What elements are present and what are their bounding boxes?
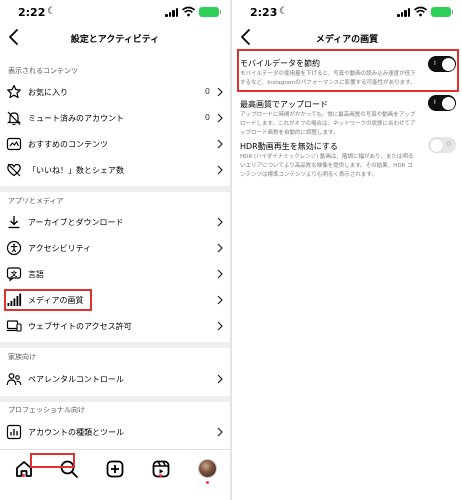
- chevron-right-icon: [217, 113, 223, 123]
- toggle-off-mark: O: [446, 141, 451, 148]
- setting-title: 最高画質でアップロード: [240, 100, 328, 109]
- chevron-right-icon: [217, 374, 223, 384]
- setting-title: HDR動画再生を無効にする: [240, 142, 338, 151]
- settings-item-label: アーカイブとダウンロード: [28, 218, 124, 227]
- section-header-professional: プロフェッショナル向け: [8, 406, 85, 414]
- profile-avatar[interactable]: [198, 459, 217, 478]
- media-quality-screen: 2:23 ☾ メディアの画質 モバイルデータを節約 モバイルデータの使用量を下げ…: [232, 0, 462, 500]
- settings-item-website-permissions[interactable]: ウェブサイトのアクセス許可: [0, 313, 230, 339]
- section-separator: [0, 342, 230, 348]
- language-icon: 文: [6, 267, 22, 282]
- section-separator: [0, 186, 230, 192]
- muted-bell-icon: [7, 111, 21, 126]
- section-header-apps-media: アプリとメディア: [8, 197, 64, 205]
- cellular-signal-icon: [165, 8, 179, 17]
- status-bar: 2:22 ☾: [0, 0, 230, 26]
- settings-item-label: アカウントの種類とツール: [28, 428, 124, 437]
- settings-item-label: メディアの画質: [28, 296, 84, 305]
- wifi-icon: [182, 6, 195, 17]
- settings-item-label: 「いいね！」数とシェア数: [28, 166, 124, 175]
- toggle-knob: [441, 57, 455, 71]
- settings-item-favorites[interactable]: お気に入り 0: [0, 79, 230, 105]
- create-post-icon[interactable]: [105, 459, 125, 479]
- settings-item-archive-download[interactable]: アーカイブとダウンロード: [0, 209, 230, 235]
- devices-icon: [6, 320, 22, 332]
- cellular-signal-icon: [397, 8, 411, 17]
- favorites-count: 0: [204, 87, 210, 96]
- settings-item-label: アクセシビリティ: [28, 244, 92, 253]
- settings-item-label: お気に入り: [28, 88, 68, 97]
- heart-off-icon: [7, 163, 21, 177]
- settings-item-label: 言語: [28, 270, 44, 279]
- suggested-content-icon: [6, 137, 22, 151]
- signal-bars-icon: [7, 293, 22, 306]
- settings-item-suggested-content[interactable]: おすすめのコンテンツ: [0, 131, 230, 157]
- accessibility-icon: [6, 240, 22, 256]
- setting-disable-hdr-playback: HDR動画再生を無効にする HDR (ハイダイナミックレンジ) 動画は、階調に幅…: [232, 137, 462, 181]
- status-time: 2:22: [18, 6, 46, 19]
- toggle-on-mark: I: [434, 99, 436, 106]
- settings-item-language[interactable]: 文 言語: [0, 261, 230, 287]
- setting-description: アップロードに時間がかかっても、常に最高画質の写真や動画をアップロードします。こ…: [240, 112, 416, 136]
- chevron-right-icon: [217, 321, 223, 331]
- chart-icon: [6, 424, 22, 440]
- setting-highest-quality-upload: 最高画質でアップロード アップロードに時間がかかっても、常に最高画質の写真や動画…: [232, 95, 462, 139]
- settings-activity-screen: 2:22 ☾ 設定とアクティビティ 表示されるコンテンツ お気に入り 0 ミュー…: [0, 0, 230, 500]
- setting-description: HDR (ハイダイナミックレンジ) 動画は、階調に幅があり、または明るいエリアに…: [240, 154, 414, 178]
- settings-item-media-quality[interactable]: メディアの画質: [0, 287, 230, 313]
- star-icon: [7, 84, 21, 99]
- setting-title: モバイルデータを節約: [240, 59, 320, 68]
- settings-item-label: ミュート済みのアカウント: [28, 114, 124, 123]
- download-icon: [8, 216, 20, 229]
- settings-item-account-type-tools[interactable]: アカウントの種類とツール: [0, 419, 230, 445]
- chevron-right-icon: [217, 139, 223, 149]
- page-title: メディアの画質: [315, 35, 379, 45]
- section-header-family: 家族向け: [8, 353, 36, 361]
- highest-quality-upload-toggle[interactable]: I: [428, 95, 456, 111]
- moon-icon: ☾: [47, 6, 56, 17]
- chevron-right-icon: [217, 87, 223, 97]
- page-title: 設定とアクティビティ: [70, 35, 160, 45]
- chevron-right-icon: [217, 269, 223, 279]
- disable-hdr-playback-toggle[interactable]: O: [428, 137, 456, 153]
- nav-header: 設定とアクティビティ: [0, 26, 230, 52]
- bottom-tab-bar: [0, 449, 230, 500]
- nav-header: メディアの画質: [232, 26, 462, 52]
- settings-item-label: ウェブサイトのアクセス許可: [28, 322, 132, 331]
- toggle-knob: [429, 138, 443, 152]
- settings-item-like-share-counts[interactable]: 「いいね！」数とシェア数: [0, 157, 230, 183]
- status-time: 2:23: [250, 6, 278, 19]
- setting-description: モバイルデータの使用量を下げると、写真や動画の読み込み速度が低下するなど、Ins…: [240, 71, 416, 86]
- profile-notification-dot: [206, 481, 209, 484]
- reels-notification-dot: [159, 474, 162, 477]
- muted-accounts-count: 0: [204, 113, 210, 122]
- chevron-right-icon: [217, 295, 223, 305]
- section-header-visible-content: 表示されるコンテンツ: [8, 67, 78, 75]
- wifi-icon: [414, 6, 427, 17]
- section-separator: [0, 396, 230, 402]
- toggle-on-mark: I: [434, 60, 436, 67]
- battery-icon: [199, 7, 221, 17]
- status-bar: 2:23 ☾: [232, 0, 462, 26]
- settings-item-muted-accounts[interactable]: ミュート済みのアカウント 0: [0, 105, 230, 131]
- chevron-right-icon: [217, 165, 223, 175]
- battery-icon: [431, 7, 453, 17]
- save-mobile-data-toggle[interactable]: I: [428, 56, 456, 72]
- setting-save-mobile-data: モバイルデータを節約 モバイルデータの使用量を下げると、写真や動画の読み込み速度…: [232, 56, 462, 92]
- settings-item-accessibility[interactable]: アクセシビリティ: [0, 235, 230, 261]
- svg-text:文: 文: [10, 269, 18, 278]
- moon-icon: ☾: [279, 6, 288, 17]
- settings-item-label: ペアレンタルコントロール: [28, 375, 124, 384]
- chevron-right-icon: [217, 217, 223, 227]
- settings-item-parental-control[interactable]: ペアレンタルコントロール: [0, 366, 230, 392]
- chevron-right-icon: [217, 427, 223, 437]
- search-icon[interactable]: [59, 459, 79, 479]
- family-icon: [6, 373, 22, 386]
- settings-item-label: おすすめのコンテンツ: [28, 140, 108, 149]
- chevron-right-icon: [217, 243, 223, 253]
- home-notification-dot: [22, 474, 25, 477]
- toggle-knob: [441, 96, 455, 110]
